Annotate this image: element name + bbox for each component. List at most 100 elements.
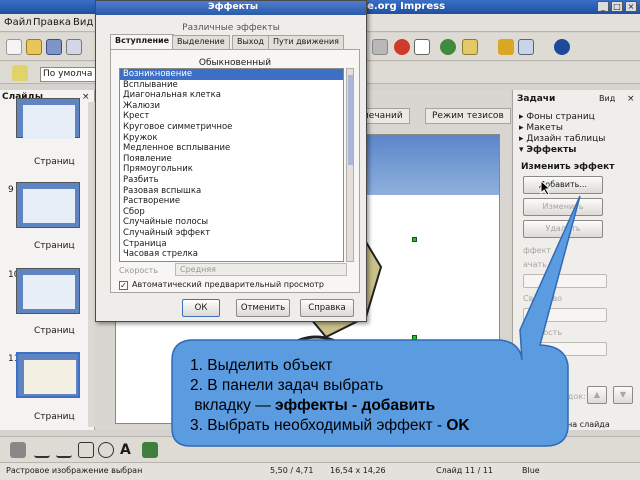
selection-handle[interactable] xyxy=(412,335,417,340)
style-select[interactable]: По умолча xyxy=(40,67,96,82)
line-style-icon[interactable] xyxy=(12,65,28,81)
rectangle-icon[interactable] xyxy=(78,442,94,458)
dialog-speed-label: Скорость xyxy=(119,266,159,275)
ellipse-icon[interactable] xyxy=(98,442,114,458)
maximize-button[interactable]: □ xyxy=(611,1,623,12)
effect-item[interactable]: Кружок xyxy=(120,133,343,144)
move-up-button[interactable]: ▲ xyxy=(587,386,607,404)
effect-item[interactable]: Прямоугольник xyxy=(120,164,343,175)
selection-handle[interactable] xyxy=(412,237,417,242)
mouse-cursor-icon xyxy=(540,180,552,196)
auto-preview-checkbox[interactable]: ✓ xyxy=(119,281,128,290)
effect-item[interactable]: Крест xyxy=(120,111,343,122)
delete-effect-button[interactable]: Удалить xyxy=(523,220,603,238)
draw-functions-icon[interactable] xyxy=(498,39,514,55)
task-item-backgrounds[interactable]: ▸ Фоны страниц xyxy=(519,112,595,122)
line-icon[interactable] xyxy=(34,442,50,458)
task-item-effects[interactable]: ▾ Эффекты xyxy=(519,145,576,155)
callout-line: вкладку — эффекты - добавить xyxy=(194,397,436,414)
effect-item[interactable]: Жалюзи xyxy=(120,101,343,112)
effect-item[interactable]: Часовая стрелка xyxy=(120,249,343,260)
tab-motion-paths[interactable]: Пути движения xyxy=(268,35,344,49)
effect-item[interactable]: Возникновение xyxy=(120,69,343,80)
line-arrow-icon[interactable] xyxy=(56,442,72,458)
effect-item[interactable]: Круговое симметричное xyxy=(120,122,343,133)
help-icon[interactable] xyxy=(554,39,570,55)
select-arrow-icon[interactable] xyxy=(10,442,26,458)
order-label: орядок: xyxy=(553,392,586,401)
table-icon[interactable] xyxy=(414,39,430,55)
expand-arrow-icon: ▸ xyxy=(519,134,524,144)
task-item-table-design[interactable]: ▸ Дизайн таблицы xyxy=(519,134,605,144)
move-down-button[interactable]: ▼ xyxy=(613,386,633,404)
collapse-arrow-icon: ▾ xyxy=(519,145,524,155)
minimize-button[interactable]: _ xyxy=(597,1,609,12)
effect-group-label: Обыкновенный xyxy=(198,58,272,68)
text-tool-icon[interactable]: A xyxy=(120,442,136,458)
effect-item[interactable]: Разовая вспышка xyxy=(120,186,343,197)
navigator-icon[interactable] xyxy=(440,39,456,55)
effect-item[interactable]: Медленное всплывание xyxy=(120,143,343,154)
help-button[interactable]: Справка xyxy=(300,299,354,317)
callout-text: 1. Выделить объект 2. В панели задач выб… xyxy=(190,356,550,436)
curve-icon[interactable] xyxy=(142,442,158,458)
save-icon[interactable] xyxy=(46,39,62,55)
slide-thumbnail[interactable] xyxy=(16,268,80,314)
add-effect-button[interactable]: Добавить... xyxy=(523,176,603,194)
slides-scrollbar[interactable] xyxy=(88,102,95,427)
dialog-title: Эффекты xyxy=(208,2,259,12)
ok-button[interactable]: ОК xyxy=(182,299,220,317)
close-tasks-pane-icon[interactable]: × xyxy=(627,94,635,104)
find-icon[interactable] xyxy=(518,39,534,55)
scrollbar-thumb[interactable] xyxy=(348,75,353,165)
slide-counter: Слайд 11 / 11 xyxy=(436,466,494,475)
cursor-position: 5,50 / 4,71 xyxy=(270,466,314,475)
slide-thumbnail[interactable] xyxy=(16,182,80,228)
edit-file-icon[interactable] xyxy=(66,39,82,55)
effect-item[interactable]: Растворение xyxy=(120,196,343,207)
start-select[interactable] xyxy=(523,274,607,288)
effect-item[interactable]: Страница xyxy=(120,239,343,250)
slide-thumbnail[interactable] xyxy=(16,98,80,139)
effect-list[interactable]: Возникновение Всплывание Диагональная кл… xyxy=(119,68,344,262)
menu-file[interactable]: Файл xyxy=(4,17,32,28)
menu-edit[interactable]: Правка xyxy=(33,17,71,28)
effect-item[interactable]: Случайный эффект xyxy=(120,228,343,239)
tab-emphasis[interactable]: Выделение xyxy=(172,35,230,49)
effect-item[interactable]: Появление xyxy=(120,154,343,165)
effect-item[interactable]: Разбить xyxy=(120,175,343,186)
close-slides-pane-icon[interactable]: × xyxy=(82,92,90,102)
close-window-button[interactable]: × xyxy=(625,1,637,12)
auto-preview-label: Автоматический предварительный просмотр xyxy=(132,280,324,289)
effect-item[interactable]: Диагональная клетка xyxy=(120,90,343,101)
change-effect-button[interactable]: Изменить xyxy=(523,198,603,216)
drawing-toolbar: A xyxy=(0,436,640,462)
tab-exit[interactable]: Выход xyxy=(232,35,269,49)
property-label: Свойство xyxy=(523,294,563,303)
new-document-icon[interactable] xyxy=(6,39,22,55)
tab-handout[interactable]: Режим тезисов xyxy=(425,108,511,124)
effect-item[interactable]: Случайные полосы xyxy=(120,217,343,228)
expand-arrow-icon: ▸ xyxy=(519,123,524,133)
slide-thumbnail-selected[interactable] xyxy=(16,352,80,398)
menu-view[interactable]: Вид xyxy=(73,17,93,28)
tasks-view-menu[interactable]: Вид xyxy=(599,94,615,103)
cancel-button[interactable]: Отменить xyxy=(236,299,290,317)
change-effect-heading: Изменить эффект xyxy=(521,162,615,172)
property-select[interactable] xyxy=(523,308,607,322)
effects-panel: Обыкновенный Возникновение Всплывание Ди… xyxy=(110,49,360,293)
redo-icon[interactable] xyxy=(372,39,388,55)
task-item-layouts[interactable]: ▸ Макеты xyxy=(519,123,563,133)
tab-entrance[interactable]: Вступление xyxy=(110,34,175,49)
open-folder-icon[interactable] xyxy=(26,39,42,55)
dialog-titlebar: Эффекты xyxy=(96,1,366,15)
effect-list-scrollbar[interactable] xyxy=(346,68,354,262)
speed-select[interactable] xyxy=(523,342,607,356)
chart-icon[interactable] xyxy=(394,39,410,55)
dialog-speed-select[interactable]: Средняя xyxy=(175,263,347,276)
effect-item[interactable]: Всплывание xyxy=(120,80,343,91)
gallery-icon[interactable] xyxy=(462,39,478,55)
slide-label: Страниц xyxy=(34,412,75,422)
slide-label: Страниц xyxy=(34,157,75,167)
effect-item[interactable]: Сбор xyxy=(120,207,343,218)
